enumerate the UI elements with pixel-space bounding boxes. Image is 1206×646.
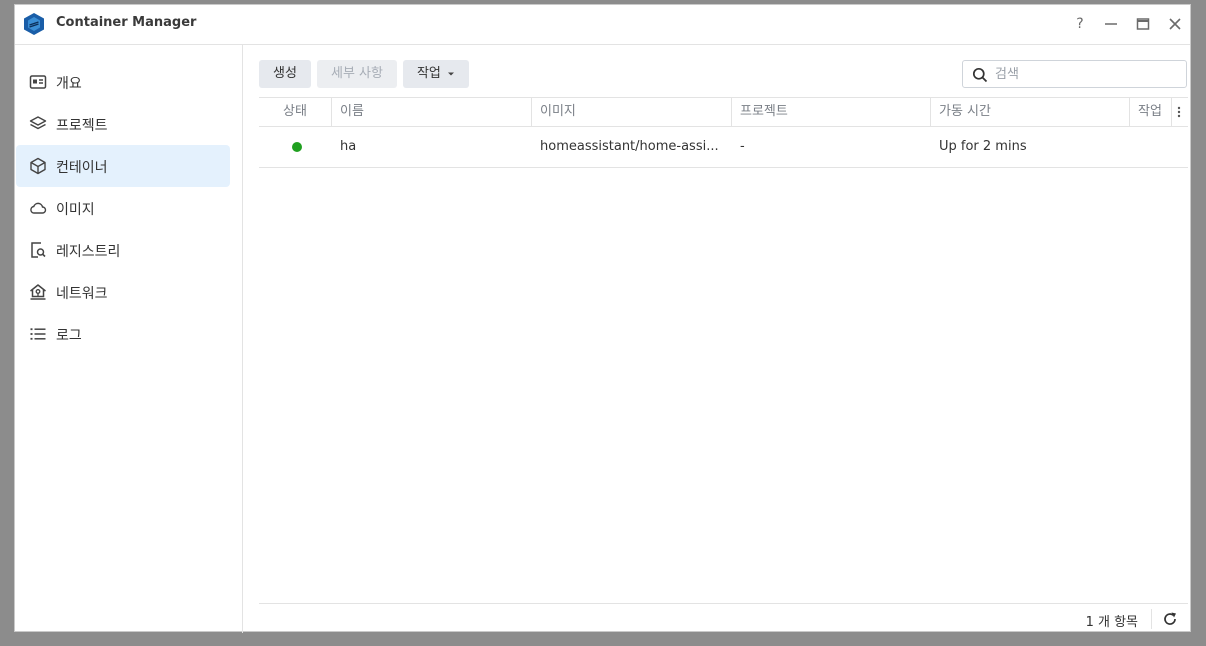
container-manager-logo: [24, 13, 44, 35]
refresh-icon[interactable]: [1162, 611, 1178, 627]
container-table: 상태 이름 이미지 프로젝트 가동 시간 작업 ha homeassistant…: [259, 97, 1188, 168]
column-header-action[interactable]: 작업: [1138, 98, 1162, 126]
create-button[interactable]: 생성: [259, 60, 311, 88]
column-divider[interactable]: [531, 98, 532, 126]
overview-icon: [29, 75, 47, 89]
sidebar-item-project[interactable]: 프로젝트: [16, 103, 230, 145]
network-home-icon: [30, 284, 46, 300]
search-icon: [972, 67, 988, 83]
sidebar-item-network[interactable]: 네트워크: [16, 271, 230, 313]
registry-search-icon: [31, 242, 46, 258]
column-divider[interactable]: [1129, 98, 1130, 126]
sidebar-item-label: 네트워크: [56, 286, 108, 302]
sidebar-item-label: 컨테이너: [56, 160, 108, 176]
minimize-icon: [1105, 23, 1117, 25]
window-title: Container Manager: [56, 15, 197, 30]
table-header: 상태 이름 이미지 프로젝트 가동 시간 작업: [259, 97, 1188, 127]
sidebar-item-label: 레지스트리: [56, 244, 121, 260]
column-header-status[interactable]: 상태: [259, 98, 331, 126]
sidebar-item-overview[interactable]: 개요: [16, 61, 230, 103]
title-bar: Container Manager ?: [15, 5, 1190, 45]
cell-uptime: Up for 2 mins: [939, 139, 1027, 154]
column-menu-icon[interactable]: [1174, 105, 1184, 119]
sidebar: 개요 프로젝트 컨테이너 이미지 레지스트리 네트워크 로그: [15, 45, 243, 633]
column-header-name[interactable]: 이름: [340, 98, 364, 126]
column-divider[interactable]: [930, 98, 931, 126]
sidebar-item-label: 개요: [56, 76, 82, 92]
minimize-button[interactable]: [1102, 15, 1120, 33]
sidebar-item-container[interactable]: 컨테이너: [16, 145, 230, 187]
maximize-button[interactable]: [1134, 15, 1152, 33]
sidebar-item-registry[interactable]: 레지스트리: [16, 229, 230, 271]
details-button[interactable]: 세부 사항: [317, 60, 397, 88]
table-row[interactable]: ha homeassistant/home-assi... - Up for 2…: [259, 127, 1188, 168]
sidebar-item-log[interactable]: 로그: [16, 313, 230, 355]
column-divider[interactable]: [331, 98, 332, 126]
cube-icon: [30, 157, 46, 175]
column-header-project[interactable]: 프로젝트: [740, 98, 788, 126]
close-button[interactable]: [1166, 15, 1184, 33]
cloud-icon: [30, 202, 47, 214]
search-input[interactable]: [995, 65, 1175, 83]
cell-image: homeassistant/home-assi...: [540, 139, 719, 154]
app-window: Container Manager ? 개요 프로젝트 컨테이너 이미지 레지스…: [14, 4, 1191, 633]
action-dropdown-label: 작업: [416, 66, 441, 81]
close-icon: [1169, 18, 1181, 30]
list-icon: [30, 328, 46, 340]
cell-name: ha: [340, 139, 357, 154]
footer-divider: [1151, 609, 1152, 629]
search-box[interactable]: [962, 60, 1187, 88]
caret-down-icon: [448, 72, 455, 75]
sidebar-item-label: 로그: [56, 328, 82, 344]
sidebar-item-label: 프로젝트: [56, 118, 108, 134]
layers-icon: [29, 116, 47, 130]
column-header-uptime[interactable]: 가동 시간: [939, 98, 991, 126]
action-dropdown-button[interactable]: 작업: [403, 60, 469, 88]
sidebar-item-label: 이미지: [56, 202, 95, 218]
column-header-image[interactable]: 이미지: [540, 98, 576, 126]
column-divider[interactable]: [731, 98, 732, 126]
sidebar-item-image[interactable]: 이미지: [16, 187, 230, 229]
status-running-indicator: [292, 142, 302, 152]
help-button[interactable]: ?: [1071, 15, 1089, 33]
main-panel: 생성 세부 사항 작업 상태 이름 이미지 프로젝트 가동 시간: [244, 45, 1191, 633]
maximize-icon: [1136, 18, 1150, 30]
column-divider[interactable]: [1171, 98, 1172, 126]
item-count: 1 개 항목: [1085, 615, 1138, 630]
table-footer: 1 개 항목: [259, 603, 1188, 633]
cell-project: -: [740, 139, 745, 154]
